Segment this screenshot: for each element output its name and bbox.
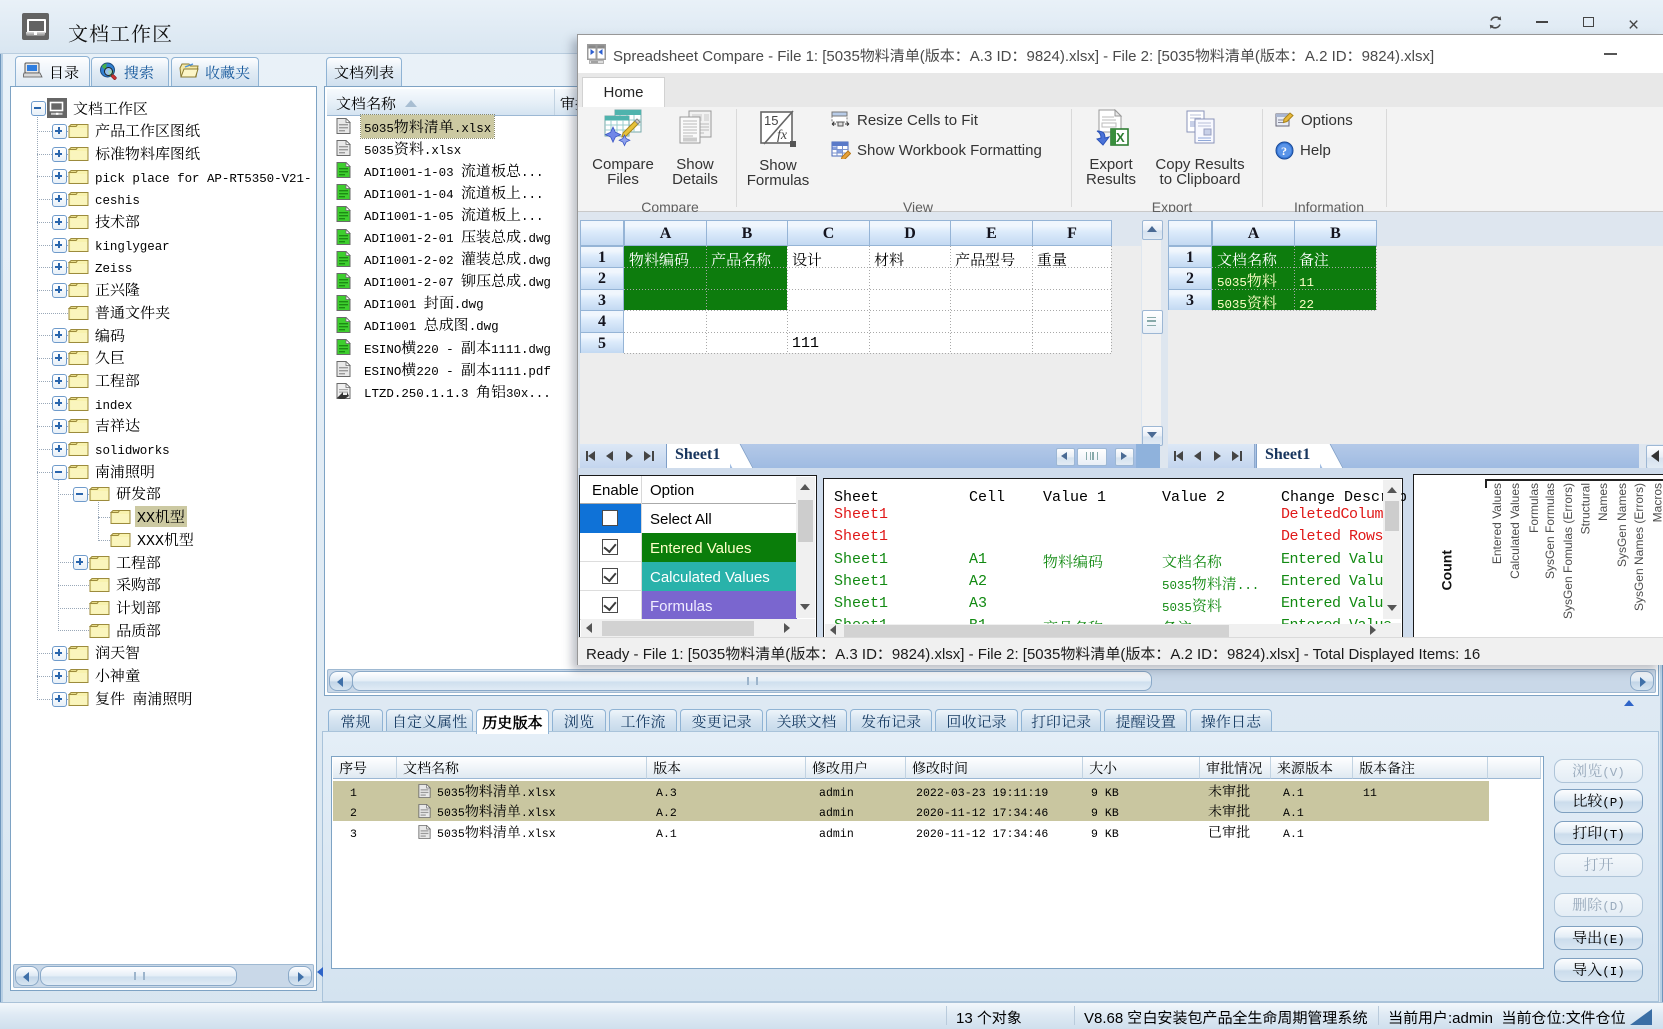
svg-text:?: ? (1281, 144, 1287, 158)
svg-text:X: X (1116, 130, 1125, 145)
svg-text:fx: fx (777, 128, 788, 143)
svg-text:15: 15 (764, 113, 778, 128)
